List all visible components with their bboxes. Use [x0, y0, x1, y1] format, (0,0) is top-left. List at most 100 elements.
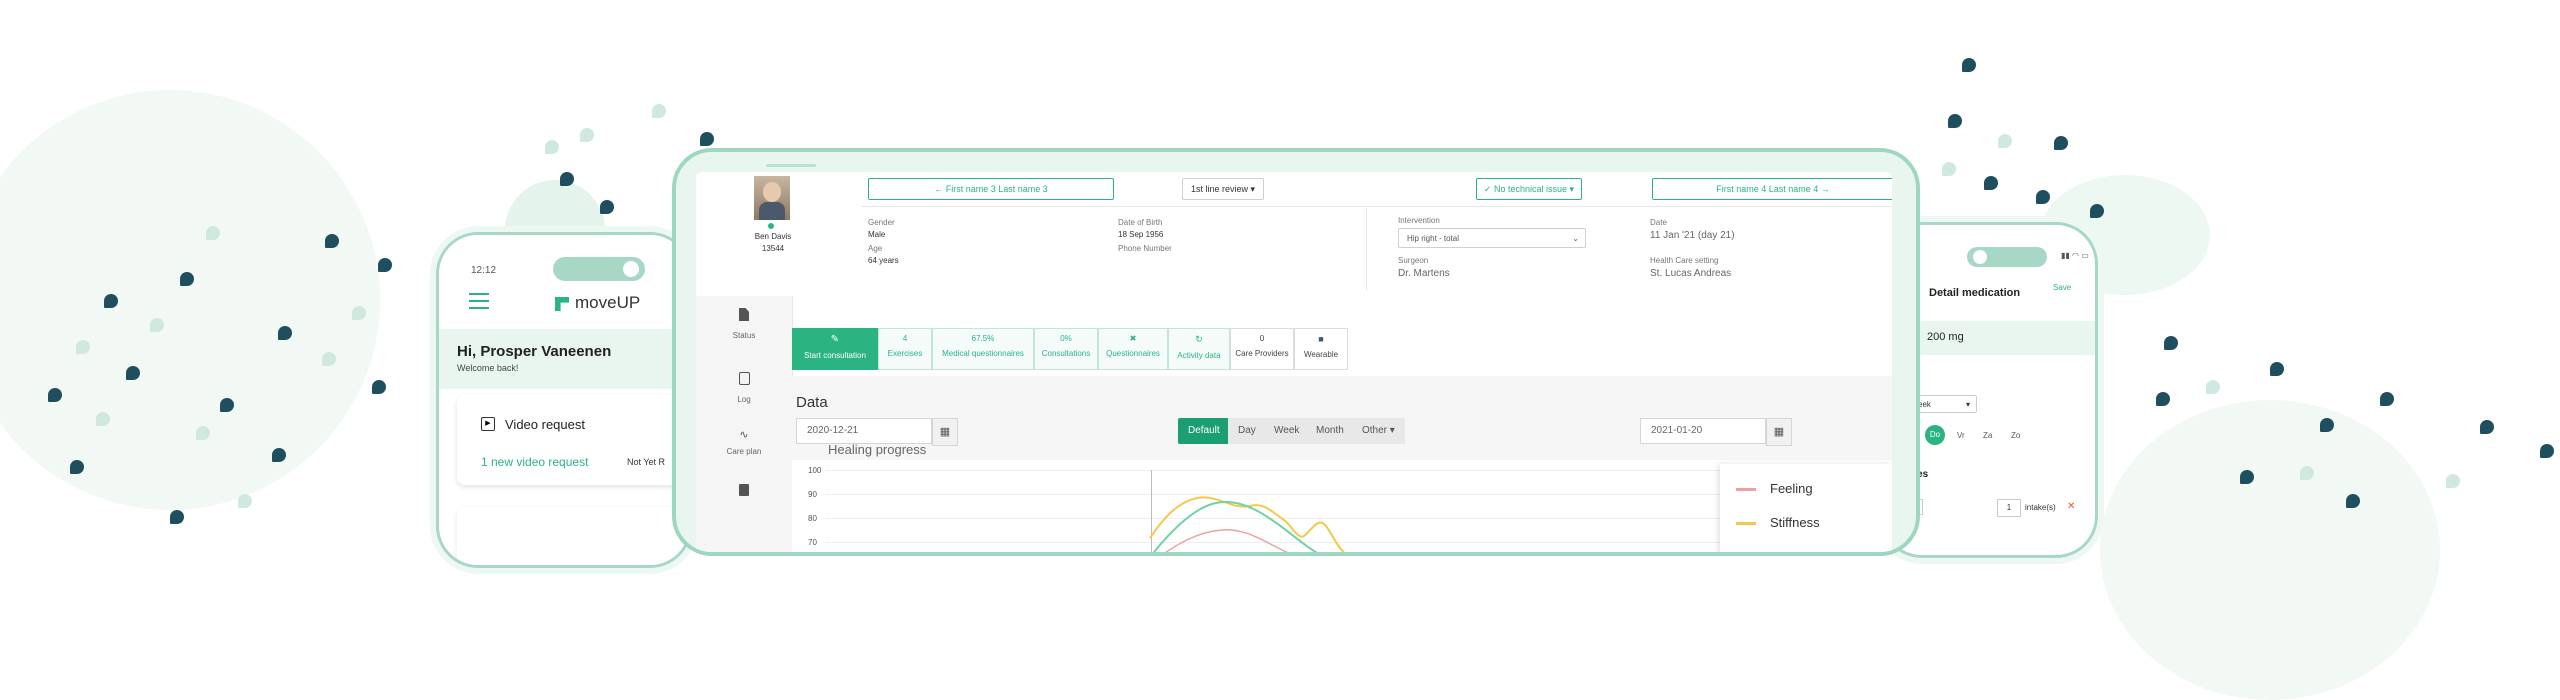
- video-request-card[interactable]: ▶ Video request 1 new video request Not …: [457, 395, 689, 485]
- file-icon: [739, 308, 749, 321]
- tab-consultations[interactable]: 0% Consultations: [1034, 328, 1098, 370]
- date-label: Date: [1650, 218, 1667, 227]
- sidebar-item-log[interactable]: Log: [696, 372, 792, 404]
- count-badge: 4: [902, 334, 908, 343]
- legend-swatch-feeling: [1736, 488, 1756, 491]
- signal-icons: ▮▮ ◠ ▭: [2061, 251, 2089, 260]
- age-value: 64 years: [868, 256, 899, 265]
- surgeon-label: Surgeon: [1398, 256, 1429, 265]
- tab-exercises[interactable]: 4 Exercises: [878, 328, 932, 370]
- deco-dot: [1962, 58, 1976, 72]
- chart-legend: Feeling Stiffness: [1720, 464, 1892, 552]
- deco-dot: [2270, 362, 2284, 376]
- next-patient-button[interactable]: First name 4 Last name 4 →: [1652, 178, 1892, 200]
- dashboard-screen: Ben Davis 13544 ← First name 3 Last name…: [696, 172, 1892, 552]
- review-select[interactable]: 1st line review ▾: [1182, 178, 1264, 200]
- deco-dot: [600, 200, 614, 214]
- refresh-icon: ↻: [1195, 334, 1203, 344]
- deco-dot: [96, 412, 110, 426]
- count-badge: 0: [1259, 334, 1265, 343]
- deco-dot: [206, 226, 220, 240]
- deco-dot: [76, 340, 90, 354]
- data-title: Data: [796, 394, 828, 411]
- legend-label-feeling: Feeling: [1770, 481, 1813, 496]
- deco-dot: [2480, 420, 2494, 434]
- start-date-input[interactable]: 2020-12-21: [796, 418, 932, 444]
- intake-label: intake(s): [2025, 503, 2056, 512]
- greeting-header: Hi, Prosper Vaneenen Welcome back!: [439, 329, 689, 389]
- phone-notch: [1967, 247, 2047, 267]
- deco-dot: [2320, 418, 2334, 432]
- deco-dot: [2346, 494, 2360, 508]
- deco-dot: [2090, 204, 2104, 218]
- deco-dot: [652, 104, 666, 118]
- deco-dot: [2054, 136, 2068, 150]
- deco-dot: [2164, 336, 2178, 350]
- date-value: 11 Jan '21 (day 21): [1650, 230, 1735, 241]
- cross-icon: ✖: [1129, 334, 1137, 343]
- period-other[interactable]: Other ▾: [1352, 418, 1405, 444]
- watch-icon: ■: [1318, 334, 1324, 344]
- card-link[interactable]: 1 new video request: [481, 455, 588, 469]
- intervention-label: Intervention: [1398, 216, 1440, 225]
- tab-start-consultation[interactable]: ✎ Start consultation: [792, 328, 878, 370]
- day-za[interactable]: Za: [1983, 431, 1992, 440]
- period-day[interactable]: Day: [1228, 418, 1266, 444]
- tab-wearable[interactable]: ■ Wearable: [1294, 328, 1348, 370]
- prev-patient-button[interactable]: ← First name 3 Last name 3: [868, 178, 1114, 200]
- deco-dot: [238, 494, 252, 508]
- tab-questionnaires[interactable]: ✖ Questionnaires: [1098, 328, 1168, 370]
- card-status: Not Yet R: [627, 457, 666, 467]
- sidebar-item-care-plan[interactable]: ∿ Care plan: [696, 428, 792, 456]
- left-phone: 12:12 moveUP Hi, Prosper Vaneenen Welcom…: [436, 232, 692, 568]
- phone-time: 12:12: [471, 265, 497, 276]
- chart-lines: [1149, 496, 1345, 552]
- calendar-icon[interactable]: ▦: [1766, 418, 1792, 446]
- phone-label: Phone Number: [1118, 244, 1172, 253]
- tab-medical-questionnaires[interactable]: 67.5% Medical questionnaires: [932, 328, 1034, 370]
- intervention-select[interactable]: Hip right - total ⌄: [1398, 228, 1586, 248]
- patient-name: Ben Davis: [754, 232, 792, 241]
- header-divider: [862, 206, 1892, 207]
- dob-value: 18 Sep 1956: [1118, 230, 1164, 239]
- deco-dot: [150, 318, 164, 332]
- period-week[interactable]: Week: [1264, 418, 1310, 444]
- deco-dot: [70, 460, 84, 474]
- card-title: Video request: [505, 417, 585, 432]
- dob-label: Date of Birth: [1118, 218, 1163, 227]
- document-icon: [739, 484, 749, 496]
- end-date-input[interactable]: 2021-01-20: [1640, 418, 1766, 444]
- chevron-down-icon: ▾: [1965, 400, 1970, 409]
- deco-dot: [220, 398, 234, 412]
- deco-dot: [1948, 114, 1962, 128]
- day-do-selected[interactable]: Do: [1925, 425, 1945, 445]
- deco-dot: [2206, 380, 2220, 394]
- menu-icon[interactable]: [469, 293, 489, 309]
- intake-count-input[interactable]: 1: [1997, 499, 2021, 517]
- legend-swatch-stiffness: [1736, 522, 1756, 525]
- chart-title: Healing progress: [828, 442, 927, 457]
- video-icon: ▶: [481, 417, 495, 431]
- sidebar-item-status[interactable]: Status: [696, 308, 792, 340]
- welcome-text: Welcome back!: [457, 363, 519, 373]
- deco-dot: [1942, 162, 1956, 176]
- clipboard-icon: [738, 372, 750, 385]
- period-month[interactable]: Month: [1306, 418, 1354, 444]
- remove-icon[interactable]: ✕: [2067, 501, 2075, 512]
- period-default[interactable]: Default: [1178, 418, 1230, 444]
- bg-blob-right-2: [2100, 400, 2440, 700]
- chevron-down-icon: ▾: [1250, 184, 1256, 194]
- day-zo[interactable]: Zo: [2011, 431, 2020, 440]
- calendar-icon[interactable]: ▦: [932, 418, 958, 446]
- technical-issue-button[interactable]: ✓ No technical issue ▾: [1476, 178, 1582, 200]
- deco-dot: [580, 128, 594, 142]
- tab-care-providers[interactable]: 0 Care Providers: [1230, 328, 1294, 370]
- day-vr[interactable]: Vr: [1957, 431, 1965, 440]
- pencil-icon: ✎: [830, 334, 840, 345]
- pulse-icon: ∿: [739, 429, 749, 441]
- tab-activity-data[interactable]: ↻ Activity data: [1168, 328, 1230, 370]
- phone-notch: [553, 257, 645, 281]
- header-vdivider: [1366, 208, 1367, 290]
- sidebar-item-document[interactable]: [696, 484, 792, 496]
- save-button[interactable]: Save: [2053, 283, 2071, 292]
